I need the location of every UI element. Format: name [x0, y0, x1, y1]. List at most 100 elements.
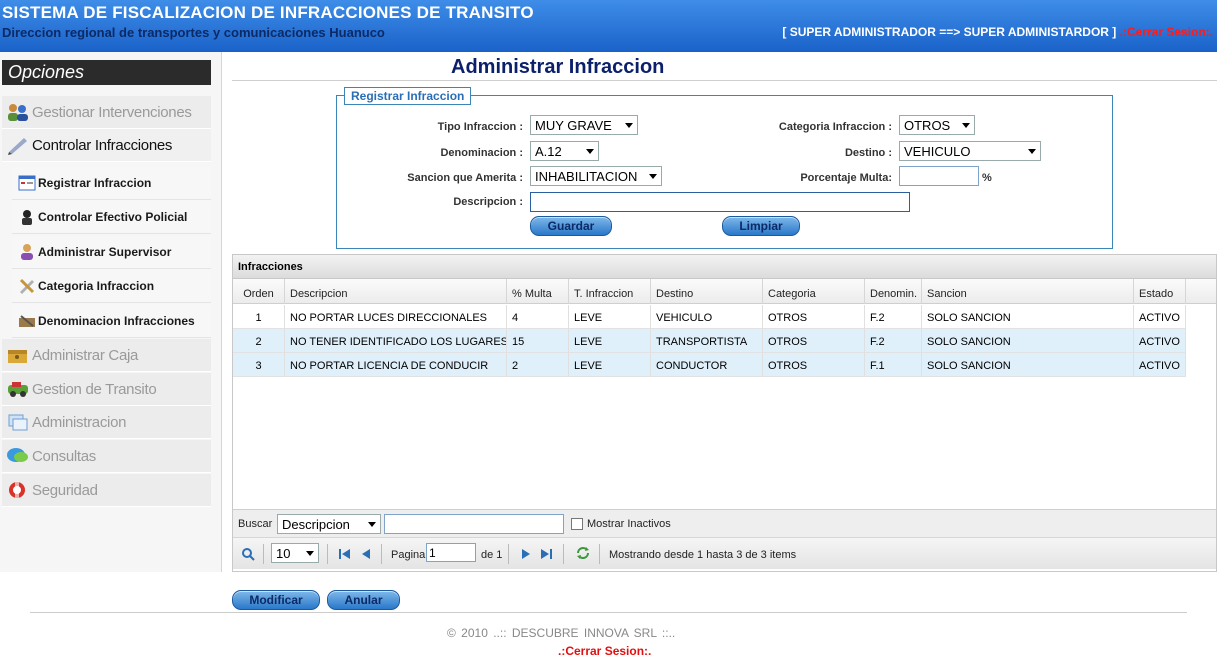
show-inactive-checkbox[interactable] — [571, 518, 583, 530]
tipo-infraccion-select[interactable]: MUY GRAVE — [530, 115, 638, 135]
prev-page-icon[interactable] — [361, 548, 371, 560]
search-input[interactable] — [384, 514, 564, 534]
cell-descripcion: NO PORTAR LICENCIA DE CONDUCIR — [285, 353, 507, 377]
cell-estado: ACTIVO — [1134, 353, 1186, 377]
col-descripcion[interactable]: Descripcion — [285, 279, 507, 304]
modificar-button[interactable]: Modificar — [232, 590, 320, 610]
page-size-value: 10 — [276, 545, 291, 561]
search-field-select[interactable]: Descripcion — [277, 514, 381, 534]
submenu-label: Controlar Efectivo Policial — [38, 210, 188, 224]
tag-icon — [18, 312, 36, 330]
pager-separator — [263, 544, 264, 564]
next-page-icon[interactable] — [521, 548, 531, 560]
cell-categoria: OTROS — [763, 329, 865, 353]
footer-copyright: © 2010 ..:: DESCUBRE INNOVA SRL ::.. — [447, 626, 676, 640]
menu-label: Administracion — [32, 413, 127, 431]
menu-gestion-de-transito[interactable]: Gestion de Transito — [2, 373, 211, 406]
menu-label: Consultas — [32, 447, 97, 465]
chevron-down-icon — [649, 173, 657, 179]
col-destino[interactable]: Destino — [651, 279, 763, 304]
tipo-infraccion-value: MUY GRAVE — [535, 117, 612, 133]
table-row[interactable]: 1 NO PORTAR LUCES DIRECCIONALES 4 LEVE V… — [233, 305, 1186, 329]
pager-separator — [508, 544, 509, 564]
cell-descripcion: NO TENER IDENTIFICADO LOS LUGARES DE — [285, 329, 507, 353]
pager-separator — [381, 544, 382, 564]
destino-label: Destino : — [844, 147, 892, 159]
cell-destino: VEHICULO — [651, 305, 763, 329]
cell-orden: 2 — [233, 329, 285, 353]
show-inactive-label: Mostrar Inactivos — [587, 518, 671, 530]
header-logout-link[interactable]: .:Cerrar Sesion:. — [1120, 25, 1213, 39]
lifebuoy-icon — [6, 480, 30, 500]
col-multa[interactable]: % Multa — [507, 279, 569, 304]
menu-administracion[interactable]: Administracion — [2, 406, 211, 439]
app-title: SISTEMA DE FISCALIZACION DE INFRACCIONES… — [2, 3, 534, 22]
submenu-registrar-infraccion[interactable]: Registrar Infraccion — [12, 167, 211, 200]
menu-seguridad[interactable]: Seguridad — [2, 474, 211, 507]
last-page-icon[interactable] — [540, 548, 552, 560]
submenu-label: Administrar Supervisor — [38, 245, 172, 259]
guardar-button[interactable]: Guardar — [530, 216, 612, 236]
pager-separator — [563, 544, 564, 564]
destino-select[interactable]: VEHICULO — [899, 141, 1041, 161]
first-page-icon[interactable] — [339, 548, 351, 560]
submenu-categoria-infraccion[interactable]: Categoria Infraccion — [12, 270, 211, 303]
car-icon — [6, 379, 30, 399]
cell-sancion: SOLO SANCION — [922, 329, 1134, 353]
col-categoria[interactable]: Categoria — [763, 279, 865, 304]
cell-multa: 4 — [507, 305, 569, 329]
porcentaje-multa-label: Porcentaje Multa: — [800, 172, 892, 184]
chevron-down-icon — [368, 521, 376, 527]
porcentaje-multa-input[interactable] — [899, 166, 979, 186]
menu-administrar-caja[interactable]: Administrar Caja — [2, 339, 211, 372]
refresh-icon[interactable] — [575, 546, 591, 559]
pager-status: Mostrando desde 1 hasta 3 de 3 items — [609, 549, 797, 561]
menu-label: Gestionar Intervenciones — [32, 103, 192, 121]
form-legend: Registrar Infraccion — [344, 87, 472, 105]
menu-consultas[interactable]: Consultas — [2, 440, 211, 473]
police-icon — [18, 208, 36, 226]
menu-gestionar-intervenciones[interactable]: Gestionar Intervenciones — [2, 96, 211, 129]
percent-sign: % — [982, 172, 992, 184]
col-sancion[interactable]: Sancion — [922, 279, 1134, 304]
search-icon[interactable] — [241, 547, 255, 561]
pager-separator — [599, 544, 600, 564]
cell-multa: 15 — [507, 329, 569, 353]
col-denominacion[interactable]: Denomin. — [865, 279, 922, 304]
menu-controlar-infracciones[interactable]: Controlar Infracciones — [2, 129, 211, 162]
people-icon — [6, 102, 30, 122]
anular-button[interactable]: Anular — [327, 590, 400, 610]
table-row[interactable]: 3 NO PORTAR LICENCIA DE CONDUCIR 2 LEVE … — [233, 353, 1186, 377]
grid-caption: Infracciones — [233, 255, 1216, 279]
chevron-down-icon — [1028, 148, 1036, 154]
sancion-select[interactable]: INHABILITACION — [530, 166, 662, 186]
categoria-infraccion-select[interactable]: OTROS — [899, 115, 975, 135]
page-size-select[interactable]: 10 — [271, 543, 319, 563]
cell-tipo: LEVE — [569, 329, 651, 353]
submenu-label: Registrar Infraccion — [38, 176, 152, 190]
submenu-label: Categoria Infraccion — [38, 279, 155, 293]
search-bar: Buscar Descripcion Mostrar Inactivos — [233, 509, 1216, 537]
cell-sancion: SOLO SANCION — [922, 305, 1134, 329]
form-icon — [18, 174, 36, 192]
col-estado[interactable]: Estado — [1134, 279, 1186, 304]
table-row[interactable]: 2 NO TENER IDENTIFICADO LOS LUGARES DE 1… — [233, 329, 1186, 353]
footer-divider — [30, 612, 1187, 613]
grid-header: Orden Descripcion % Multa T. Infraccion … — [233, 279, 1216, 304]
submenu-controlar-efectivo-policial[interactable]: Controlar Efectivo Policial — [12, 201, 211, 234]
pager-separator — [327, 544, 328, 564]
cell-denominacion: F.2 — [865, 329, 922, 353]
submenu-administrar-supervisor[interactable]: Administrar Supervisor — [12, 236, 211, 269]
chat-icon — [6, 446, 30, 466]
submenu-denominacion-infracciones[interactable]: Denominacion Infracciones — [12, 305, 211, 338]
limpiar-button[interactable]: Limpiar — [722, 216, 800, 236]
cell-orden: 1 — [233, 305, 285, 329]
descripcion-input[interactable] — [530, 192, 910, 212]
footer-logout-link[interactable]: .:Cerrar Sesion:. — [558, 644, 651, 658]
menu-label: Administrar Caja — [32, 346, 139, 364]
col-orden[interactable]: Orden — [233, 279, 285, 304]
col-tipo[interactable]: T. Infraccion — [569, 279, 651, 304]
page-number-input[interactable] — [426, 543, 476, 562]
tipo-infraccion-label: Tipo Infraccion : — [437, 121, 523, 133]
denominacion-select[interactable]: A.12 — [530, 141, 599, 161]
